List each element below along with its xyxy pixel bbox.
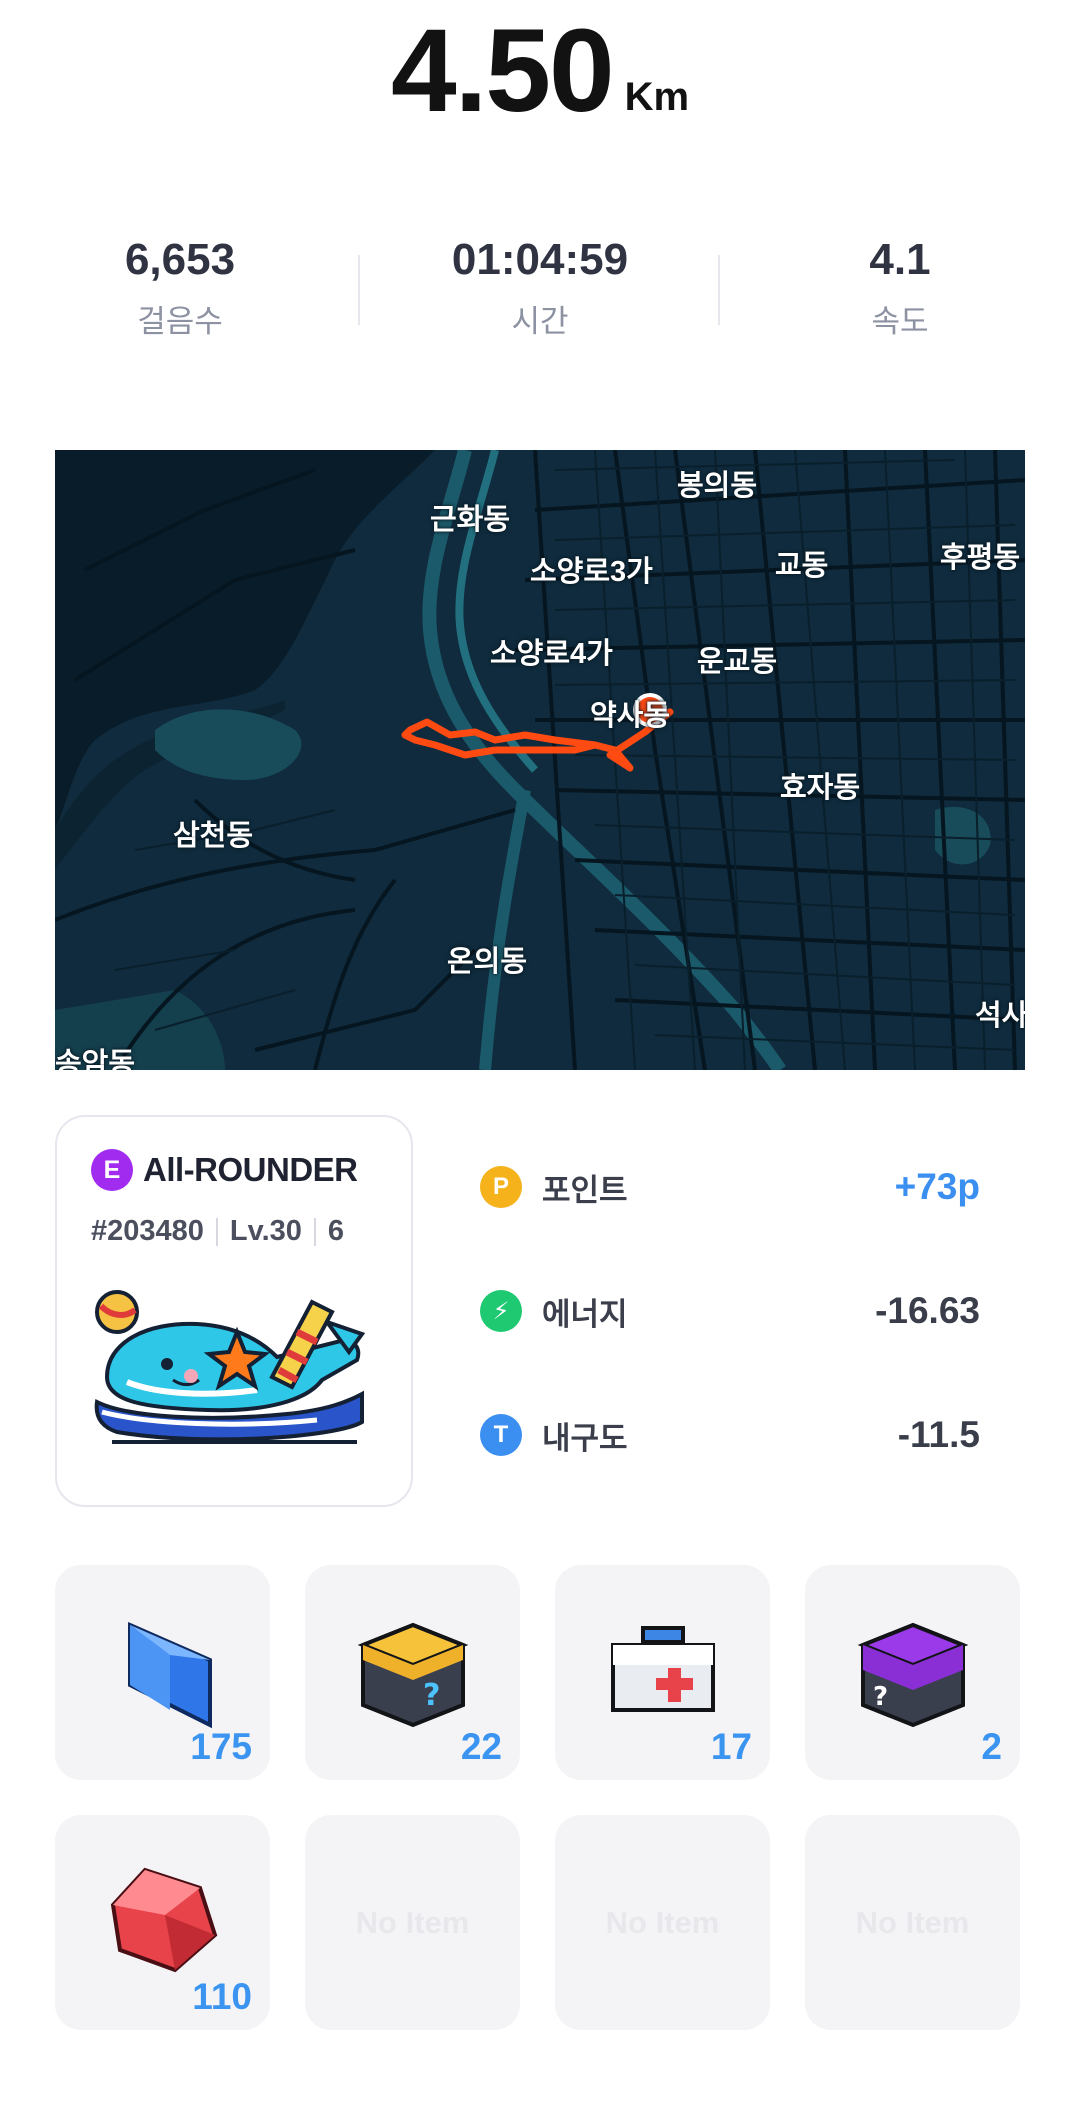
item-count: 22 (460, 1726, 502, 1767)
divider (313, 1217, 316, 1246)
map-label: 봉의동 (677, 470, 758, 502)
map-label: 교동 (775, 550, 829, 582)
item-slot-empty: No Item (305, 1815, 520, 2030)
red-gem-icon (110, 1867, 218, 1973)
stat-speed: 4.1 속도 (720, 230, 1080, 350)
map-label: 소양로3가 (530, 556, 653, 588)
reward-durability: T 내구도 -11.5 (480, 1405, 980, 1465)
item-slot-repair-kit[interactable]: 17 (555, 1565, 770, 1780)
stat-value: 6,653 (124, 235, 236, 284)
reward-label: 내구도 (542, 1420, 628, 1456)
mystery-box-icon: ? (357, 1622, 469, 1728)
workout-stats: 6,653 걸음수 01:04:59 시간 4.1 속도 (0, 230, 1080, 350)
reward-value: -16.63 (875, 1290, 980, 1331)
reward-point: P 포인트 +73p (480, 1157, 980, 1217)
divider (215, 1217, 218, 1246)
sneaker-level: Lv.30 (229, 1215, 302, 1247)
item-slot-empty: No Item (805, 1815, 1020, 2030)
distance-unit: Km (624, 75, 690, 119)
distance-display: 4.50 Km (0, 0, 1080, 130)
svg-text:?: ? (873, 1682, 888, 1712)
item-count: 175 (190, 1726, 252, 1767)
reward-value: -11.5 (897, 1414, 980, 1455)
distance-value: 4.50 (390, 5, 615, 137)
stat-value: 01:04:59 (451, 235, 629, 284)
map-label: 운교동 (697, 646, 778, 678)
repair-kit-icon (611, 1626, 715, 1712)
durability-icon: T (480, 1414, 522, 1456)
sneaker-name: All-ROUNDER (143, 1151, 358, 1188)
sneaker-image (94, 1290, 366, 1444)
item-slot-blue-crystal[interactable]: 175 (55, 1565, 270, 1780)
map-label: 효자동 (780, 772, 861, 804)
empty-slot-label: No Item (855, 1904, 970, 1940)
stat-steps: 6,653 걸음수 (0, 230, 360, 350)
sneaker-card[interactable]: E All-ROUNDER #203480 Lv.30 6 (55, 1115, 413, 1507)
sneaker-id: #203480 (91, 1215, 204, 1247)
reward-value: +73p (894, 1166, 980, 1207)
map-label: 송암동 (55, 1048, 136, 1070)
map-label: 소양로4가 (490, 638, 613, 670)
item-slot-purple-mystery-box[interactable]: ? 2 (805, 1565, 1020, 1780)
route-map[interactable]: 봉의동 근화동 소양로3가 교동 후평동 소양로4가 운교동 약사동 효자동 삼… (55, 450, 1025, 1070)
map-label: 석사 (975, 1000, 1025, 1032)
reward-label: 에너지 (542, 1296, 628, 1332)
item-count: 2 (981, 1726, 1002, 1767)
map-canvas (55, 450, 1025, 1070)
energy-icon: ⚡ (480, 1290, 522, 1332)
grade-badge-icon: E (91, 1149, 133, 1191)
map-label: 후평동 (940, 542, 1021, 574)
stat-label: 시간 (511, 304, 569, 339)
stat-value: 4.1 (869, 235, 931, 284)
reward-label: 포인트 (542, 1172, 628, 1208)
map-label: 약사동 (590, 700, 671, 732)
item-slot-red-gem[interactable]: 110 (55, 1815, 270, 2030)
item-count: 110 (192, 1976, 252, 2017)
empty-slot-label: No Item (355, 1904, 470, 1940)
stat-time: 01:04:59 시간 (360, 230, 720, 350)
map-label: 근화동 (430, 504, 511, 536)
blue-crystal-icon (128, 1621, 212, 1729)
point-icon: P (480, 1166, 522, 1208)
svg-text:?: ? (423, 1678, 440, 1713)
empty-slot-label: No Item (605, 1904, 720, 1940)
map-label: 온의동 (447, 946, 528, 978)
item-slot-empty: No Item (555, 1815, 770, 2030)
mystery-box-icon: ? (857, 1622, 969, 1728)
sneaker-meta: #203480 Lv.30 6 (91, 1215, 344, 1248)
item-count: 17 (710, 1726, 752, 1767)
reward-energy: ⚡ 에너지 -16.63 (480, 1281, 980, 1341)
map-label: 삼천동 (173, 820, 254, 852)
sneaker-title-row: E All-ROUNDER (91, 1149, 358, 1191)
stat-label: 속도 (871, 304, 929, 339)
sneaker-extra: 6 (327, 1215, 345, 1247)
stat-label: 걸음수 (137, 304, 223, 339)
item-slot-yellow-mystery-box[interactable]: ? 22 (305, 1565, 520, 1780)
